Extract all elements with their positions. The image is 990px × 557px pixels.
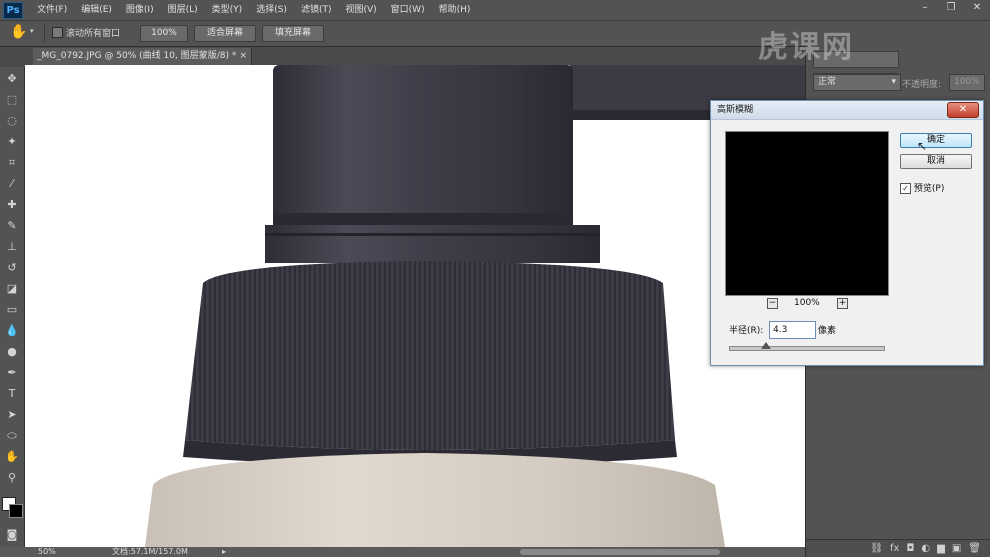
preview-checkbox[interactable]: ✓: [900, 183, 911, 194]
radius-unit: 像素: [818, 326, 837, 336]
fit-screen-button[interactable]: 适合屏幕: [194, 25, 256, 42]
eyedropper-tool-icon[interactable]: ⁄: [4, 176, 20, 192]
fill-screen-button[interactable]: 填充屏幕: [262, 25, 324, 42]
radius-slider-thumb[interactable]: [761, 342, 771, 349]
zoom-out-icon[interactable]: −: [767, 298, 778, 309]
document-tab-title: _MG_0792.JPG @ 50% (曲线 10, 图层蒙版/8) *: [37, 51, 237, 61]
tools-panel: ✥ ⬚ ◌ ✦ ⌗ ⁄ ✚ ✎ ⊥ ↺ ◪ ▭ 💧 ● ✒ T ➤ ⬭ ✋ ⚲ …: [0, 67, 25, 552]
path-selection-tool-icon[interactable]: ➤: [4, 407, 20, 423]
link-layers-icon[interactable]: ⛓: [870, 543, 883, 554]
quick-mask-icon[interactable]: ◙: [4, 527, 20, 543]
menu-help[interactable]: 帮助(H): [432, 0, 478, 20]
menu-items: 文件(F) 编辑(E) 图像(I) 图层(L) 类型(Y) 选择(S) 滤镜(T…: [30, 0, 477, 20]
scroll-all-windows-label: 滚动所有窗口: [66, 29, 121, 39]
window-controls: – ❐ ✕: [912, 0, 990, 16]
hand-tool-preset-icon[interactable]: ✋: [10, 24, 27, 40]
clone-stamp-tool-icon[interactable]: ⊥: [4, 239, 20, 255]
dodge-tool-icon[interactable]: ●: [4, 344, 20, 360]
preview-zoom-row: − 100% +: [725, 298, 887, 311]
pen-tool-icon[interactable]: ✒: [4, 365, 20, 381]
dialog-title: 高斯模糊: [717, 105, 754, 115]
blur-tool-icon[interactable]: 💧: [4, 323, 20, 339]
menu-type[interactable]: 类型(Y): [205, 0, 250, 20]
fx-icon[interactable]: fx: [890, 543, 899, 554]
preview-zoom-level: 100%: [794, 298, 820, 308]
close-tab-icon[interactable]: ×: [239, 48, 247, 65]
hand-tool-icon[interactable]: ✋: [4, 449, 20, 465]
mouse-cursor-icon: ↖: [917, 139, 928, 153]
menu-bar: Ps 文件(F) 编辑(E) 图像(I) 图层(L) 类型(Y) 选择(S) 滤…: [0, 0, 990, 21]
type-tool-icon[interactable]: T: [4, 386, 20, 402]
marquee-tool-icon[interactable]: ⬚: [4, 92, 20, 108]
zoom-in-icon[interactable]: +: [837, 298, 848, 309]
separator: [44, 24, 45, 42]
healing-brush-tool-icon[interactable]: ✚: [4, 197, 20, 213]
gradient-tool-icon[interactable]: ▭: [4, 302, 20, 318]
blur-preview[interactable]: [725, 131, 889, 296]
preview-checkbox-row[interactable]: ✓ 预览(P): [900, 181, 944, 194]
gaussian-blur-dialog: 高斯模糊 ✕ 确定 ↖ 取消 ✓ 预览(P) − 100% + 半径(R): 像…: [710, 100, 984, 366]
chevron-down-icon: ▾: [891, 77, 896, 87]
new-group-icon[interactable]: ▆: [937, 543, 945, 554]
zoom-tool-icon[interactable]: ⚲: [4, 470, 20, 486]
status-zoom[interactable]: 50%: [38, 547, 56, 557]
history-brush-tool-icon[interactable]: ↺: [4, 260, 20, 276]
zoom-100-button[interactable]: 100%: [140, 25, 188, 42]
menu-window[interactable]: 窗口(W): [384, 0, 432, 20]
background-color-swatch[interactable]: [9, 504, 23, 518]
eraser-tool-icon[interactable]: ◪: [4, 281, 20, 297]
opacity-input[interactable]: 100%: [949, 74, 985, 91]
trash-icon[interactable]: 🗑: [968, 543, 981, 554]
status-bar: 50% 文档:57.1M/157.0M ▸: [0, 547, 805, 557]
menu-file[interactable]: 文件(F): [30, 0, 74, 20]
add-mask-icon[interactable]: ◘: [906, 543, 914, 554]
dialog-close-icon[interactable]: ✕: [947, 102, 979, 118]
photoshop-logo-icon: Ps: [3, 2, 23, 19]
status-doc-size: 文档:57.1M/157.0M: [112, 547, 188, 556]
crop-tool-icon[interactable]: ⌗: [4, 155, 20, 171]
horizontal-scrollbar[interactable]: [520, 549, 720, 555]
shape-tool-icon[interactable]: ⬭: [4, 428, 20, 444]
document-tab[interactable]: _MG_0792.JPG @ 50% (曲线 10, 图层蒙版/8) * ×: [33, 48, 252, 65]
lasso-tool-icon[interactable]: ◌: [4, 113, 20, 129]
dialog-titlebar[interactable]: 高斯模糊 ✕: [711, 101, 983, 120]
bottle-body: [145, 453, 725, 547]
minimize-icon[interactable]: –: [912, 0, 938, 16]
layer-actions-bar: ⛓ fx ◘ ◐ ▆ ▣ 🗑: [806, 539, 990, 557]
cancel-button[interactable]: 取消: [900, 154, 972, 169]
blend-mode-value: 正常: [818, 77, 837, 87]
menu-select[interactable]: 选择(S): [249, 0, 294, 20]
menu-image[interactable]: 图像(I): [119, 0, 161, 20]
restore-icon[interactable]: ❐: [938, 0, 964, 16]
menu-view[interactable]: 视图(V): [338, 0, 383, 20]
chevron-down-icon[interactable]: ▾: [30, 27, 34, 35]
move-tool-icon[interactable]: ✥: [4, 71, 20, 87]
ribbed-cap: [185, 261, 675, 450]
menu-filter[interactable]: 滤镜(T): [294, 0, 339, 20]
menu-layer[interactable]: 图层(L): [161, 0, 205, 20]
new-layer-icon[interactable]: ▣: [952, 543, 961, 554]
close-window-icon[interactable]: ✕: [964, 0, 990, 16]
adjustment-layer-icon[interactable]: ◐: [921, 543, 930, 554]
menu-edit[interactable]: 编辑(E): [74, 0, 119, 20]
blend-mode-select[interactable]: 正常 ▾: [813, 74, 901, 91]
pump-head: [273, 65, 573, 225]
watermark: 虎课网: [758, 30, 854, 65]
scroll-all-windows-checkbox[interactable]: [52, 27, 63, 39]
product-photo: [145, 65, 805, 547]
radius-label: 半径(R):: [729, 326, 764, 336]
brush-tool-icon[interactable]: ✎: [4, 218, 20, 234]
opacity-label: 不透明度:: [902, 80, 942, 90]
pump-collar: [265, 225, 600, 263]
radius-slider[interactable]: [729, 346, 885, 351]
preview-label: 预览(P): [913, 184, 945, 194]
magic-wand-tool-icon[interactable]: ✦: [4, 134, 20, 150]
radius-input[interactable]: [769, 321, 816, 339]
status-arrow-icon[interactable]: ▸: [222, 547, 226, 557]
canvas[interactable]: [25, 65, 805, 547]
ok-button[interactable]: 确定: [900, 133, 972, 148]
